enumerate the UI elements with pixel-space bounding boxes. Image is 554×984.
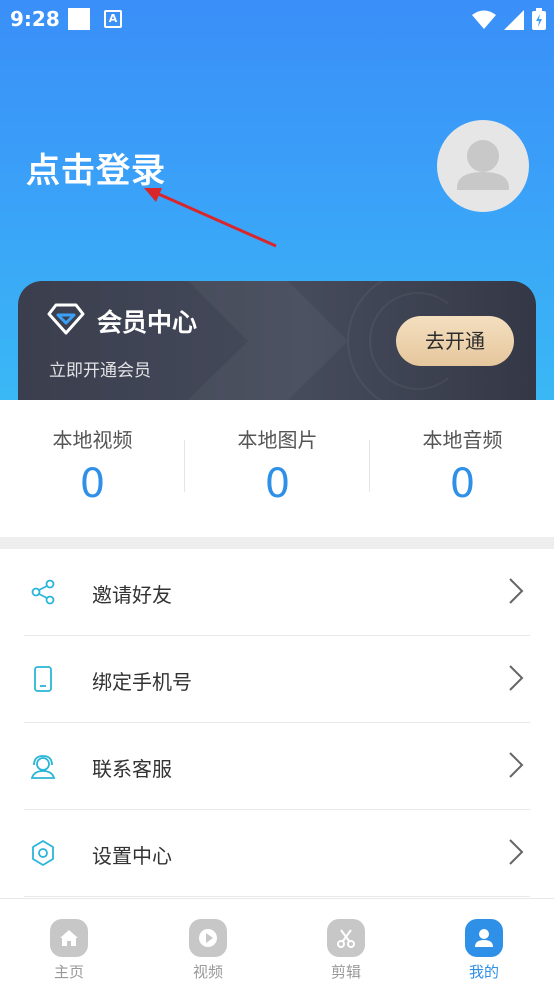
wifi-icon — [472, 10, 496, 29]
menu-label: 邀请好友 — [92, 583, 172, 607]
app-notification-icon: A — [104, 10, 122, 28]
vip-subtitle: 立即开通会员 — [49, 361, 151, 381]
menu-label: 设置中心 — [92, 844, 172, 868]
stat-label: 本地音频 — [422, 428, 503, 452]
chevron-right-icon — [509, 839, 524, 865]
status-time: 9:28 — [10, 7, 60, 31]
stat-value: 0 — [449, 461, 476, 507]
nav-edit[interactable]: 剪辑 — [306, 919, 386, 982]
chevron-right-icon — [509, 578, 524, 604]
system-icons — [472, 8, 546, 30]
share-icon — [31, 579, 55, 605]
stat-label: 本地图片 — [237, 428, 318, 452]
vip-title: 会员中心 — [97, 308, 198, 337]
home-icon — [50, 919, 88, 957]
stat-local-video[interactable]: 本地视频 0 — [0, 424, 185, 507]
avatar[interactable] — [437, 120, 529, 212]
phone-icon — [34, 666, 52, 692]
scissors-icon — [327, 919, 365, 957]
battery-icon — [532, 8, 546, 30]
menu-item-settings[interactable]: 设置中心 — [24, 810, 530, 897]
nav-home[interactable]: 主页 — [29, 919, 109, 982]
default-avatar-icon — [457, 140, 509, 190]
user-icon — [465, 919, 503, 957]
menu-item-bind-phone[interactable]: 绑定手机号 — [24, 636, 530, 723]
bottom-nav: 主页 视频 剪辑 我的 — [0, 898, 554, 984]
menu-list: 邀请好友 绑定手机号 联系客服 设置中心 — [0, 549, 554, 897]
section-gap — [0, 537, 554, 549]
stat-local-audio[interactable]: 本地音频 0 — [370, 424, 554, 507]
menu-label: 联系客服 — [92, 757, 172, 781]
local-stats: 本地视频 0 本地图片 0 本地音频 0 — [0, 400, 554, 537]
nav-label: 我的 — [468, 963, 499, 981]
activate-vip-button[interactable]: 去开通 — [396, 316, 514, 366]
stat-value: 0 — [79, 461, 106, 507]
nav-label: 视频 — [192, 963, 223, 981]
diamond-icon — [47, 303, 85, 335]
menu-item-invite[interactable]: 邀请好友 — [24, 549, 530, 636]
signal-icon — [504, 10, 524, 30]
status-bar: 9:28 A — [0, 0, 554, 38]
menu-label: 绑定手机号 — [92, 670, 192, 694]
nav-video[interactable]: 视频 — [168, 919, 248, 982]
notification-icon — [68, 8, 90, 30]
chevron-right-icon — [509, 752, 524, 778]
play-icon — [189, 919, 227, 957]
vip-card[interactable]: 会员中心 立即开通会员 去开通 — [18, 281, 536, 400]
red-arrow-annotation — [144, 188, 277, 248]
settings-icon — [32, 840, 54, 866]
stat-local-image[interactable]: 本地图片 0 — [185, 424, 370, 507]
chevron-right-icon — [509, 665, 524, 691]
nav-mine[interactable]: 我的 — [444, 919, 524, 982]
customer-service-icon — [30, 755, 56, 779]
stat-label: 本地视频 — [52, 428, 133, 452]
nav-label: 剪辑 — [330, 963, 361, 981]
menu-item-customer-service[interactable]: 联系客服 — [24, 723, 530, 810]
nav-label: 主页 — [53, 963, 84, 981]
stat-value: 0 — [264, 461, 291, 507]
